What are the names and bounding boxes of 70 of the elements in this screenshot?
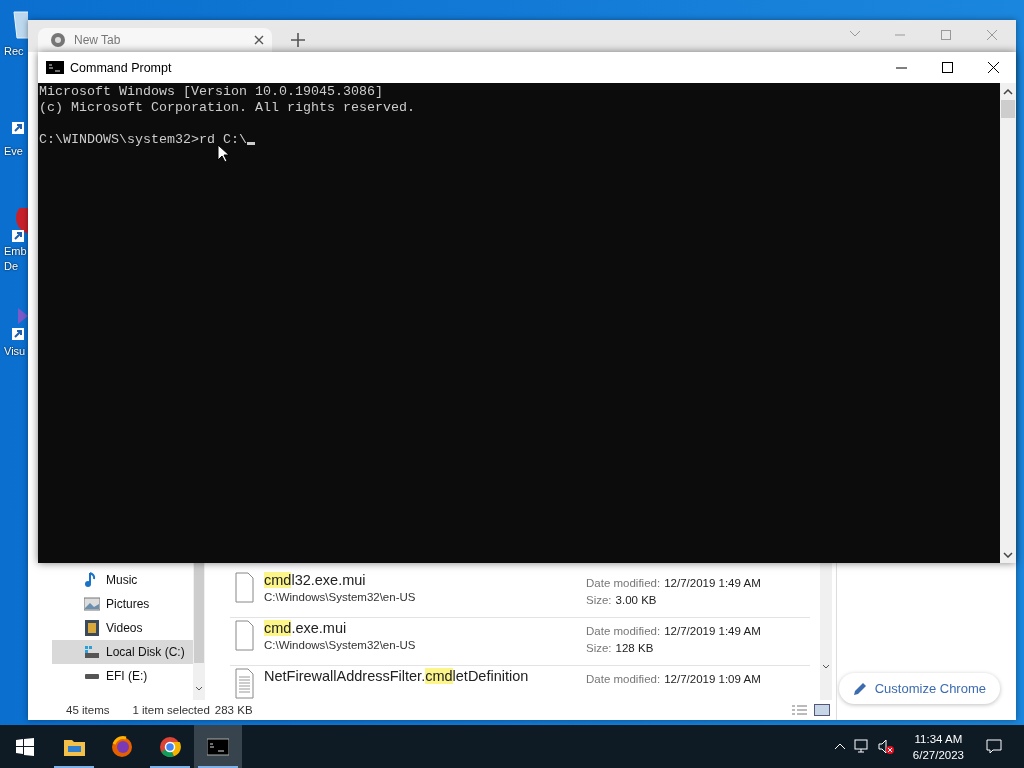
customize-button[interactable]: Customize Chrome <box>838 673 1000 704</box>
new-tab-icon[interactable] <box>291 33 305 47</box>
status-text: 283 KB <box>214 704 253 716</box>
maximize-icon[interactable] <box>941 62 953 73</box>
scrollbar[interactable] <box>820 563 832 700</box>
scroll-down-icon[interactable] <box>822 664 830 670</box>
scroll-up-icon[interactable] <box>1003 89 1013 95</box>
picture-icon <box>84 596 100 612</box>
file-path: C:\Windows\System32\en-US <box>264 590 417 605</box>
nav-item[interactable]: Local Disk (C:) <box>52 640 193 664</box>
scroll-thumb[interactable] <box>1001 100 1015 118</box>
console-icon <box>207 735 229 758</box>
chevron-up-icon[interactable] <box>833 742 846 751</box>
scrollbar[interactable] <box>193 563 205 700</box>
meta-label: Date modified: <box>586 576 661 591</box>
icon-label[interactable]: Eve <box>0 144 23 159</box>
text-file-icon <box>235 668 255 700</box>
meta-label: Date modified: <box>586 672 661 687</box>
meta-label: Size: <box>586 641 612 656</box>
icon-label[interactable]: Visu <box>0 344 26 359</box>
taskbar-button[interactable] <box>194 725 242 768</box>
volume-muted-icon[interactable] <box>877 738 895 755</box>
nav-item[interactable]: EFI (E:) <box>52 664 193 688</box>
console-line: C:\WINDOWS\system32>rd C:\ <box>39 132 247 147</box>
file-name[interactable]: cmdl32.exe.mui <box>264 570 586 590</box>
file-path: C:\Windows\System32\en-US <box>264 638 417 653</box>
file-icon <box>235 620 255 652</box>
notification-icon[interactable] <box>986 739 1002 754</box>
close-icon[interactable] <box>254 35 264 45</box>
nav-item[interactable]: Pictures <box>52 592 193 616</box>
meta-value: 12/7/2019 1:09 AM <box>664 672 761 687</box>
scrollbar[interactable] <box>1000 83 1016 563</box>
network-icon[interactable] <box>853 739 870 754</box>
nav-item[interactable]: Music <box>52 568 193 592</box>
file-icon <box>235 572 255 604</box>
meta-label: Size: <box>586 593 612 608</box>
scroll-down-icon[interactable] <box>195 686 203 692</box>
browser-tab[interactable]: New Tab <box>38 28 272 52</box>
tiles-view-icon[interactable] <box>814 704 830 716</box>
meta-value: 3.00 KB <box>615 593 657 608</box>
meta-value: 12/7/2019 1:49 AM <box>664 624 761 639</box>
window-title: Command Prompt <box>70 60 172 75</box>
console-line: (c) Microsoft Corporation. All rights reserved. <box>39 100 416 116</box>
nav-item[interactable]: Videos <box>52 616 193 640</box>
browser-logo-icon <box>50 32 66 48</box>
clock[interactable]: 11:34 AM 6/27/2023 <box>906 729 970 764</box>
scroll-down-icon[interactable] <box>1003 552 1013 558</box>
film-icon <box>84 620 100 636</box>
meta-value: 12/7/2019 1:49 AM <box>664 576 761 591</box>
meta-label: Date modified: <box>586 624 661 639</box>
scroll-thumb[interactable] <box>194 563 204 663</box>
windows-logo-icon <box>16 737 34 756</box>
drive-icon <box>84 673 100 679</box>
mouse-pointer-icon <box>217 144 231 164</box>
close-icon[interactable] <box>987 62 999 73</box>
file-name[interactable]: NetFirewallAddressFilter.cmdletDefinition <box>264 666 586 686</box>
console-icon <box>46 61 64 74</box>
icon-label[interactable]: Emb <box>0 244 27 259</box>
icon-label[interactable]: De <box>0 259 19 274</box>
file-name[interactable]: cmd.exe.mui <box>264 618 586 638</box>
browser-icon <box>111 735 133 758</box>
meta-value: 128 KB <box>615 641 654 656</box>
pencil-icon <box>852 681 867 696</box>
status-text: 45 items <box>66 704 110 716</box>
console-line: Microsoft Windows [Version 10.0.19045.3086] <box>39 84 384 100</box>
icon-label[interactable]: Rec <box>0 44 24 59</box>
text-cursor <box>246 142 255 145</box>
disk-drive-icon <box>84 644 100 660</box>
status-text: 1 item selected <box>132 704 210 716</box>
browser-icon <box>159 735 181 758</box>
